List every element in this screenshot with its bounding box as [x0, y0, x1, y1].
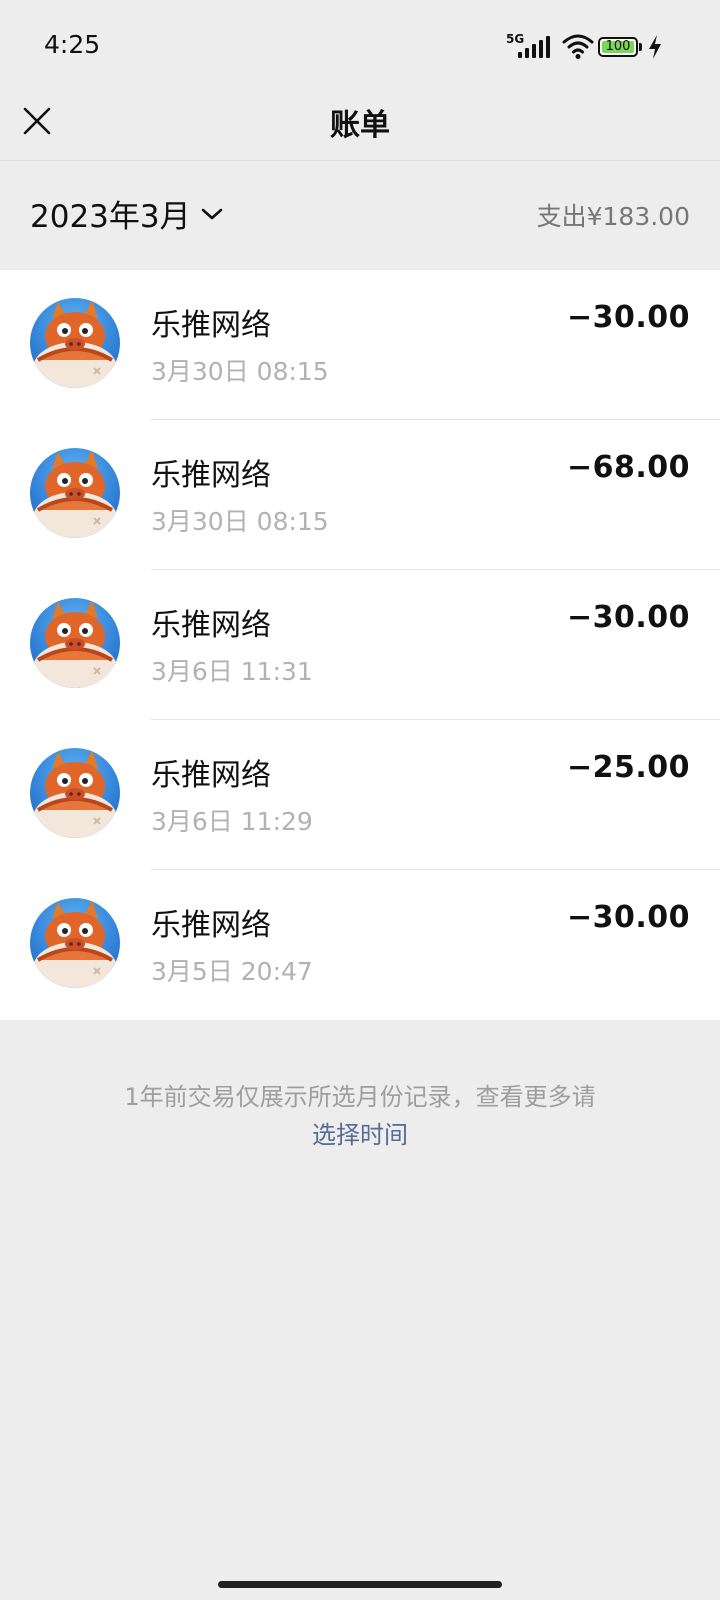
navigation-bar: 账单	[0, 92, 720, 161]
monster-avatar-icon	[33, 450, 117, 538]
transaction-row[interactable]: 乐推网络 3月30日 08:15 −68.00	[0, 420, 720, 570]
merchant-name: 乐推网络	[151, 608, 271, 643]
transaction-amount: −30.00	[566, 300, 690, 335]
battery-icon: 100	[598, 37, 638, 57]
merchant-name: 乐推网络	[151, 908, 271, 943]
wifi-icon	[562, 34, 594, 59]
battery-tip	[639, 43, 642, 51]
charging-bolt-icon	[649, 35, 661, 59]
month-filter-bar: 2023年3月 支出¥183.00	[0, 161, 720, 269]
transaction-datetime: 3月6日 11:31	[151, 657, 313, 686]
transaction-row[interactable]: 乐推网络 3月30日 08:15 −30.00	[0, 270, 720, 420]
merchant-avatar	[30, 898, 120, 988]
status-icons: 5G 100	[506, 30, 676, 64]
home-indicator[interactable]	[218, 1581, 502, 1588]
battery-level: 100	[602, 40, 634, 53]
status-time: 4:25	[44, 30, 101, 59]
transaction-amount: −30.00	[566, 900, 690, 935]
transaction-datetime: 3月30日 08:15	[151, 507, 329, 536]
expense-summary: 支出¥183.00	[536, 202, 690, 231]
page-title: 账单	[330, 108, 390, 143]
month-label: 2023年3月	[30, 199, 191, 235]
transaction-amount: −25.00	[566, 750, 690, 785]
monster-avatar-icon	[33, 900, 117, 988]
chevron-down-icon	[201, 208, 222, 219]
monster-avatar-icon	[33, 300, 117, 388]
merchant-name: 乐推网络	[151, 308, 271, 343]
merchant-avatar	[30, 298, 120, 388]
transaction-datetime: 3月5日 20:47	[151, 957, 313, 986]
transaction-row[interactable]: 乐推网络 3月6日 11:29 −25.00	[0, 720, 720, 870]
transaction-row[interactable]: 乐推网络 3月6日 11:31 −30.00	[0, 570, 720, 720]
transaction-amount: −68.00	[566, 450, 690, 485]
merchant-avatar	[30, 598, 120, 688]
status-bar: 4:25 5G 100	[0, 0, 720, 92]
select-time-link[interactable]: 选择时间	[0, 1116, 720, 1154]
merchant-name: 乐推网络	[151, 758, 271, 793]
monster-avatar-icon	[33, 750, 117, 838]
footer-text: 1年前交易仅展示所选月份记录，查看更多请	[124, 1083, 596, 1111]
transaction-row[interactable]: 乐推网络 3月5日 20:47 −30.00	[0, 870, 720, 1020]
footer-note: 1年前交易仅展示所选月份记录，查看更多请 选择时间	[0, 1078, 720, 1154]
merchant-avatar	[30, 448, 120, 538]
transaction-list: 乐推网络 3月30日 08:15 −30.00 乐推网络 3月30日 08:15…	[0, 270, 720, 1020]
transaction-amount: −30.00	[566, 600, 690, 635]
monster-avatar-icon	[33, 600, 117, 688]
signal-icon	[518, 36, 550, 58]
month-selector[interactable]: 2023年3月	[30, 191, 223, 236]
merchant-name: 乐推网络	[151, 458, 271, 493]
transaction-datetime: 3月6日 11:29	[151, 807, 313, 836]
merchant-avatar	[30, 748, 120, 838]
transaction-datetime: 3月30日 08:15	[151, 357, 329, 386]
